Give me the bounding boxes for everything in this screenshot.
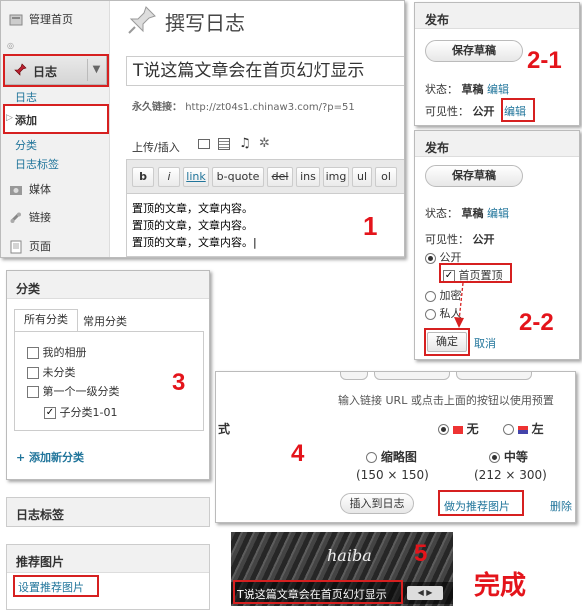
categories-panel: 分类 所有分类 常用分类 我的相册 未分类 第一个一级分类 ✓ 子分类1-01 …: [6, 270, 210, 480]
collapse-icon[interactable]: ◎: [7, 41, 15, 50]
sidebar-sub-categories[interactable]: 分类: [15, 137, 37, 153]
done-label: 完成: [474, 570, 527, 600]
sidebar-item-links[interactable]: 链接: [1, 207, 109, 229]
sidebar-item-pages[interactable]: 页面: [1, 236, 109, 257]
arrow-down-icon: [454, 282, 464, 328]
check-icon: ✓: [44, 407, 56, 419]
step-4-label: 4: [291, 440, 305, 467]
tag-ol-button[interactable]: ol: [375, 167, 397, 187]
step-2-1-label: 2-1: [527, 47, 562, 74]
tag-b-button[interactable]: b: [132, 167, 154, 187]
editor-content[interactable]: 置顶的文章，文章内容。 置顶的文章，文章内容。 置顶的文章，文章内容。|: [132, 200, 257, 251]
tag-bquote-button[interactable]: b-quote: [212, 167, 264, 187]
page-title: 撰写日志: [165, 11, 245, 35]
save-draft-button[interactable]: 保存草稿: [425, 40, 523, 62]
link-icon: [10, 212, 21, 223]
post-title-input[interactable]: T说这篇文章会在首页幻灯显示: [126, 56, 404, 86]
tab-all-categories[interactable]: 所有分类: [14, 309, 78, 331]
delete-link[interactable]: 删除: [550, 498, 572, 514]
size-thumbnail-dim: (150 × 150): [356, 468, 429, 482]
tag-link-button[interactable]: link: [183, 167, 209, 187]
size-medium-dim: (212 × 300): [474, 468, 547, 482]
highlight-visibility-edit: [501, 98, 535, 122]
tag-del-button[interactable]: del: [267, 167, 293, 187]
step-1-label: 1: [363, 211, 378, 241]
status-edit-link[interactable]: 编辑: [487, 207, 509, 220]
step-2-2-label: 2-2: [519, 309, 554, 336]
visibility-row: 可见性： 公开: [425, 105, 495, 118]
highlight-set-featured: [13, 575, 99, 597]
category-item[interactable]: 未分类: [27, 364, 76, 380]
publish-title: 发布: [425, 141, 450, 155]
category-item[interactable]: 第一个一级分类: [27, 383, 120, 399]
featured-image-title: 推荐图片: [16, 555, 65, 569]
step-3-label: 3: [172, 369, 186, 396]
insert-into-post-button[interactable]: 插入到日志: [340, 493, 414, 514]
publish-panel-2-1: 发布 保存草稿 状态： 草稿 编辑 可见性： 公开 编辑 2-1: [414, 2, 580, 126]
save-draft-button[interactable]: 保存草稿: [425, 165, 523, 187]
size-medium-option[interactable]: 中等: [489, 448, 528, 465]
upload-insert-label: 上传/插入: [132, 141, 180, 154]
publish-title: 发布: [425, 13, 450, 27]
tab-common-categories[interactable]: 常用分类: [83, 313, 127, 329]
tag-ins-button[interactable]: ins: [296, 167, 320, 187]
sidebar-item-media[interactable]: 媒体: [1, 179, 109, 201]
logo: haiba: [327, 546, 372, 565]
sidebar-sub-tags[interactable]: 日志标签: [15, 156, 59, 172]
tags-title: 日志标签: [16, 508, 65, 522]
url-hint: 输入链接 URL 或点击上面的按钮以使用预置: [338, 394, 554, 407]
page-icon: [10, 240, 22, 254]
editor-panel: 管理首页 ◎ 日志 ▼ 日志 ▷ 添加 分类 日志标签 媒体 链接 页面 撰写日…: [0, 0, 405, 258]
sidebar-item-dashboard[interactable]: 管理首页: [1, 9, 109, 31]
admin-sidebar: 管理首页 ◎ 日志 ▼ 日志 ▷ 添加 分类 日志标签 媒体 链接 页面: [1, 1, 110, 257]
status-row: 状态： 草稿 编辑: [425, 207, 509, 220]
align-none-option[interactable]: 无: [438, 420, 479, 437]
align-left-icon: [517, 425, 528, 434]
media-settings-panel: 输入链接 URL 或点击上面的按钮以使用预置 式 无 左 缩略图 (150 × …: [215, 371, 576, 523]
highlight-add-new: [3, 104, 109, 134]
status-edit-link[interactable]: 编辑: [487, 83, 509, 96]
slide-nav-buttons[interactable]: ◀ ▶: [407, 586, 443, 600]
tag-ul-button[interactable]: ul: [352, 167, 372, 187]
tag-img-button[interactable]: img: [323, 167, 349, 187]
highlight-use-featured: [438, 490, 524, 516]
step-5-label: 5: [414, 540, 428, 567]
tag-i-button[interactable]: i: [158, 167, 180, 187]
tags-panel: 日志标签: [6, 497, 210, 527]
status-row: 状态： 草稿 编辑: [425, 83, 509, 96]
categories-title: 分类: [16, 282, 41, 296]
category-item[interactable]: ✓ 子分类1-01: [44, 404, 117, 420]
media-upload-icon[interactable]: ✲: [259, 136, 270, 151]
alignment-label: 式: [218, 422, 231, 436]
media-icon: [10, 186, 22, 195]
audio-upload-icon[interactable]: ♫: [239, 136, 251, 151]
highlight-posts: [3, 54, 109, 87]
slideshow-preview: haiba T说这篇文章会在首页幻灯显示 ◀ ▶ 5: [231, 532, 453, 606]
file-url-button[interactable]: [374, 372, 450, 380]
video-upload-icon[interactable]: [218, 138, 230, 150]
dashboard-icon: [9, 14, 23, 26]
add-category-link[interactable]: + 添加新分类: [16, 449, 84, 465]
sidebar-sub-posts[interactable]: 日志: [15, 89, 37, 105]
size-thumbnail-option[interactable]: 缩略图: [366, 448, 417, 465]
url-button[interactable]: [340, 372, 368, 380]
publish-panel-2-2: 发布 保存草稿 状态： 草稿 编辑 可见性： 公开 公开 ✓ 首页置顶 加密 私…: [414, 130, 580, 360]
highlight-caption: [233, 580, 403, 604]
pin-large-icon: [128, 6, 156, 34]
visibility-row: 可见性： 公开: [425, 233, 495, 246]
cancel-link[interactable]: 取消: [474, 335, 496, 351]
highlight-sticky: [439, 263, 512, 283]
post-url-button[interactable]: [456, 372, 532, 380]
align-left-option[interactable]: 左: [503, 420, 544, 437]
align-none-icon: [452, 425, 463, 434]
highlight-ok: [424, 328, 470, 356]
featured-image-panel: 推荐图片 设置推荐图片: [6, 544, 210, 610]
permalink: 永久链接： http://zt04s1.chinaw3.com/?p=51: [132, 102, 355, 113]
category-item[interactable]: 我的相册: [27, 344, 87, 360]
image-upload-icon[interactable]: [198, 139, 210, 149]
